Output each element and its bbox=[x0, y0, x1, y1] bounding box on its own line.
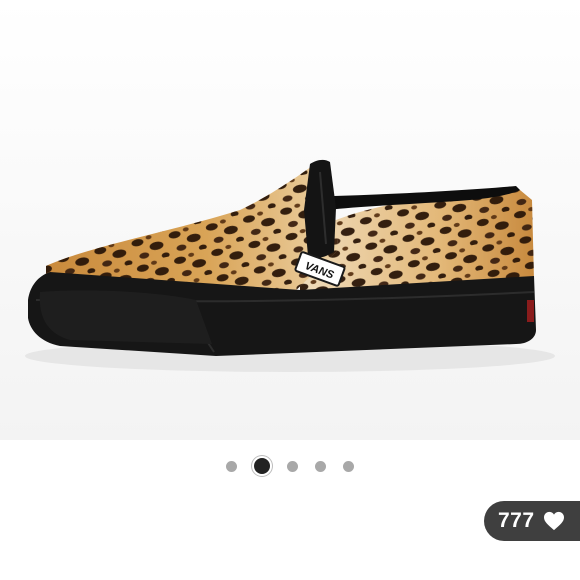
product-photo[interactable]: VANS bbox=[0, 0, 580, 440]
like-button[interactable]: 777 bbox=[484, 501, 580, 541]
carousel-dot-2-active[interactable] bbox=[254, 458, 270, 474]
like-count: 777 bbox=[498, 509, 535, 532]
carousel-pagination bbox=[0, 457, 580, 475]
carousel-dot-5[interactable] bbox=[343, 460, 354, 472]
heart-icon bbox=[543, 511, 564, 531]
carousel-dot-3[interactable] bbox=[287, 460, 298, 472]
carousel-dot-4[interactable] bbox=[315, 460, 326, 472]
carousel-dot-1[interactable] bbox=[226, 460, 237, 472]
